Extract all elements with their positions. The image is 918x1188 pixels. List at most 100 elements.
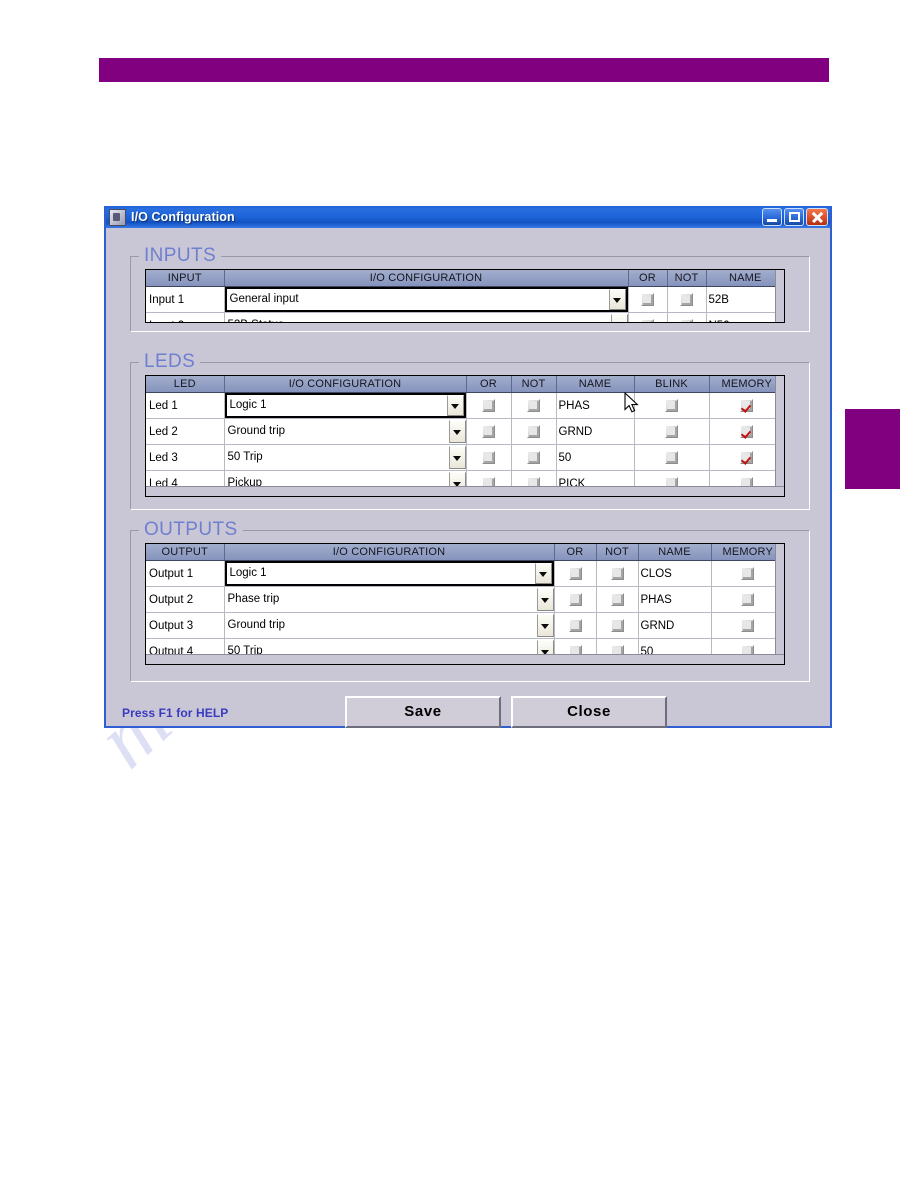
led-config-combo[interactable]: 50 Trip (224, 446, 465, 469)
output-memory-checkbox[interactable] (741, 567, 755, 580)
led-memory-checkbox[interactable] (740, 425, 754, 438)
leds-grid-scroll-strip[interactable] (775, 376, 784, 496)
led-not-checkbox[interactable] (527, 451, 540, 464)
chevron-down-icon[interactable] (536, 614, 553, 637)
chevron-down-icon[interactable] (446, 395, 464, 416)
led-config-value: Ground trip (227, 425, 286, 437)
output-not-checkbox[interactable] (610, 593, 624, 606)
chevron-down-icon[interactable] (536, 588, 553, 611)
output-memory-cell[interactable] (711, 560, 784, 587)
led-not-checkbox[interactable] (527, 399, 540, 412)
led-blink-checkbox[interactable] (665, 451, 678, 464)
led-name-cell[interactable]: 50 (556, 444, 635, 471)
output-not-cell[interactable] (596, 612, 639, 639)
output-name-cell[interactable]: GRND (638, 612, 712, 639)
output-not-checkbox[interactable] (610, 567, 624, 580)
chevron-down-icon[interactable] (448, 420, 465, 443)
window-titlebar[interactable]: I/O Configuration (106, 206, 830, 228)
output-or-checkbox[interactable] (568, 593, 582, 606)
table-row[interactable]: Output 3 Ground trip GRND (146, 612, 784, 639)
led-memory-checkbox[interactable] (740, 399, 754, 412)
led-memory-checkbox[interactable] (740, 451, 754, 464)
led-blink-cell[interactable] (634, 392, 710, 419)
led-not-cell[interactable] (511, 418, 557, 445)
led-blink-checkbox[interactable] (665, 399, 678, 412)
inputs-grid-scroll-strip[interactable] (775, 270, 784, 322)
output-not-checkbox[interactable] (610, 619, 624, 632)
led-config-combo[interactable]: Ground trip (224, 420, 465, 443)
input-or-checkbox[interactable] (641, 293, 654, 306)
input-not-checkbox[interactable] (680, 319, 693, 322)
chevron-down-icon[interactable] (448, 446, 465, 469)
led-name-cell[interactable]: PHAS (556, 392, 635, 419)
input-not-checkbox[interactable] (680, 293, 693, 306)
led-not-cell[interactable] (511, 392, 557, 419)
input-or-cell[interactable] (628, 312, 668, 322)
save-button[interactable]: Save (345, 696, 501, 728)
led-or-cell[interactable] (466, 444, 512, 471)
output-or-cell[interactable] (554, 586, 597, 613)
output-memory-cell[interactable] (711, 612, 784, 639)
table-row[interactable]: Input 2 52B Status N50 (146, 312, 784, 322)
output-memory-checkbox[interactable] (741, 593, 755, 606)
table-row[interactable]: Output 1 Logic 1 CLOS (146, 560, 784, 587)
led-or-cell[interactable] (466, 392, 512, 419)
close-button[interactable] (806, 208, 828, 226)
led-memory-cell[interactable] (709, 444, 784, 471)
leds-col-memory: MEMORY (709, 376, 784, 393)
output-not-cell[interactable] (596, 586, 639, 613)
inputs-group-title: INPUTS (139, 246, 222, 266)
table-row[interactable]: Led 2 Ground trip GRND (146, 418, 784, 445)
table-row[interactable]: Led 3 50 Trip 50 (146, 444, 784, 471)
output-config-combo[interactable]: Logic 1 (224, 561, 553, 586)
input-config-combo[interactable]: General input (224, 287, 627, 312)
led-config-combo[interactable]: Logic 1 (224, 393, 465, 418)
led-or-checkbox[interactable] (482, 451, 495, 464)
leds-grid-bottom-strip[interactable] (146, 486, 784, 496)
output-config-combo[interactable]: Ground trip (224, 614, 553, 637)
input-config-combo[interactable]: 52B Status (224, 314, 627, 322)
minimize-button[interactable] (762, 208, 782, 226)
input-or-checkbox[interactable] (641, 319, 654, 322)
led-blink-cell[interactable] (634, 418, 710, 445)
outputs-grid-bottom-strip[interactable] (146, 654, 784, 664)
led-not-checkbox[interactable] (527, 425, 540, 438)
outputs-grid-scroll-strip[interactable] (775, 544, 784, 664)
output-name-cell[interactable]: CLOS (638, 560, 712, 587)
led-blink-checkbox[interactable] (665, 425, 678, 438)
output-or-checkbox[interactable] (568, 567, 582, 580)
close-dialog-button[interactable]: Close (511, 696, 667, 728)
led-name-cell[interactable]: GRND (556, 418, 635, 445)
output-or-checkbox[interactable] (568, 619, 582, 632)
output-or-cell[interactable] (554, 612, 597, 639)
table-row[interactable]: Output 2 Phase trip PHAS (146, 586, 784, 613)
led-not-cell[interactable] (511, 444, 557, 471)
led-memory-cell[interactable] (709, 392, 784, 419)
table-row[interactable]: Led 1 Logic 1 PHAS (146, 392, 784, 419)
led-or-checkbox[interactable] (482, 399, 495, 412)
leds-col-blink: BLINK (634, 376, 710, 393)
table-row[interactable]: Input 1 General input 52B (146, 286, 784, 313)
maximize-button[interactable] (784, 208, 804, 226)
chevron-down-icon[interactable] (534, 563, 552, 584)
output-memory-cell[interactable] (711, 586, 784, 613)
window-controls (762, 208, 828, 226)
output-memory-checkbox[interactable] (741, 619, 755, 632)
led-or-cell[interactable] (466, 418, 512, 445)
output-config-combo[interactable]: Phase trip (224, 588, 553, 611)
output-not-cell[interactable] (596, 560, 639, 587)
input-not-cell[interactable] (667, 286, 707, 313)
output-name-cell[interactable]: PHAS (638, 586, 712, 613)
input-not-cell[interactable] (667, 312, 707, 322)
led-blink-cell[interactable] (634, 444, 710, 471)
led-memory-cell[interactable] (709, 418, 784, 445)
chevron-down-icon[interactable] (610, 314, 627, 322)
input-name-cell[interactable]: N50 (706, 312, 784, 322)
input-name-cell[interactable]: 52B (706, 286, 784, 313)
outputs-col-output: OUTPUT (146, 544, 225, 561)
outputs-col-config: I/O CONFIGURATION (224, 544, 555, 561)
output-or-cell[interactable] (554, 560, 597, 587)
input-or-cell[interactable] (628, 286, 668, 313)
led-or-checkbox[interactable] (482, 425, 495, 438)
chevron-down-icon[interactable] (608, 289, 626, 310)
